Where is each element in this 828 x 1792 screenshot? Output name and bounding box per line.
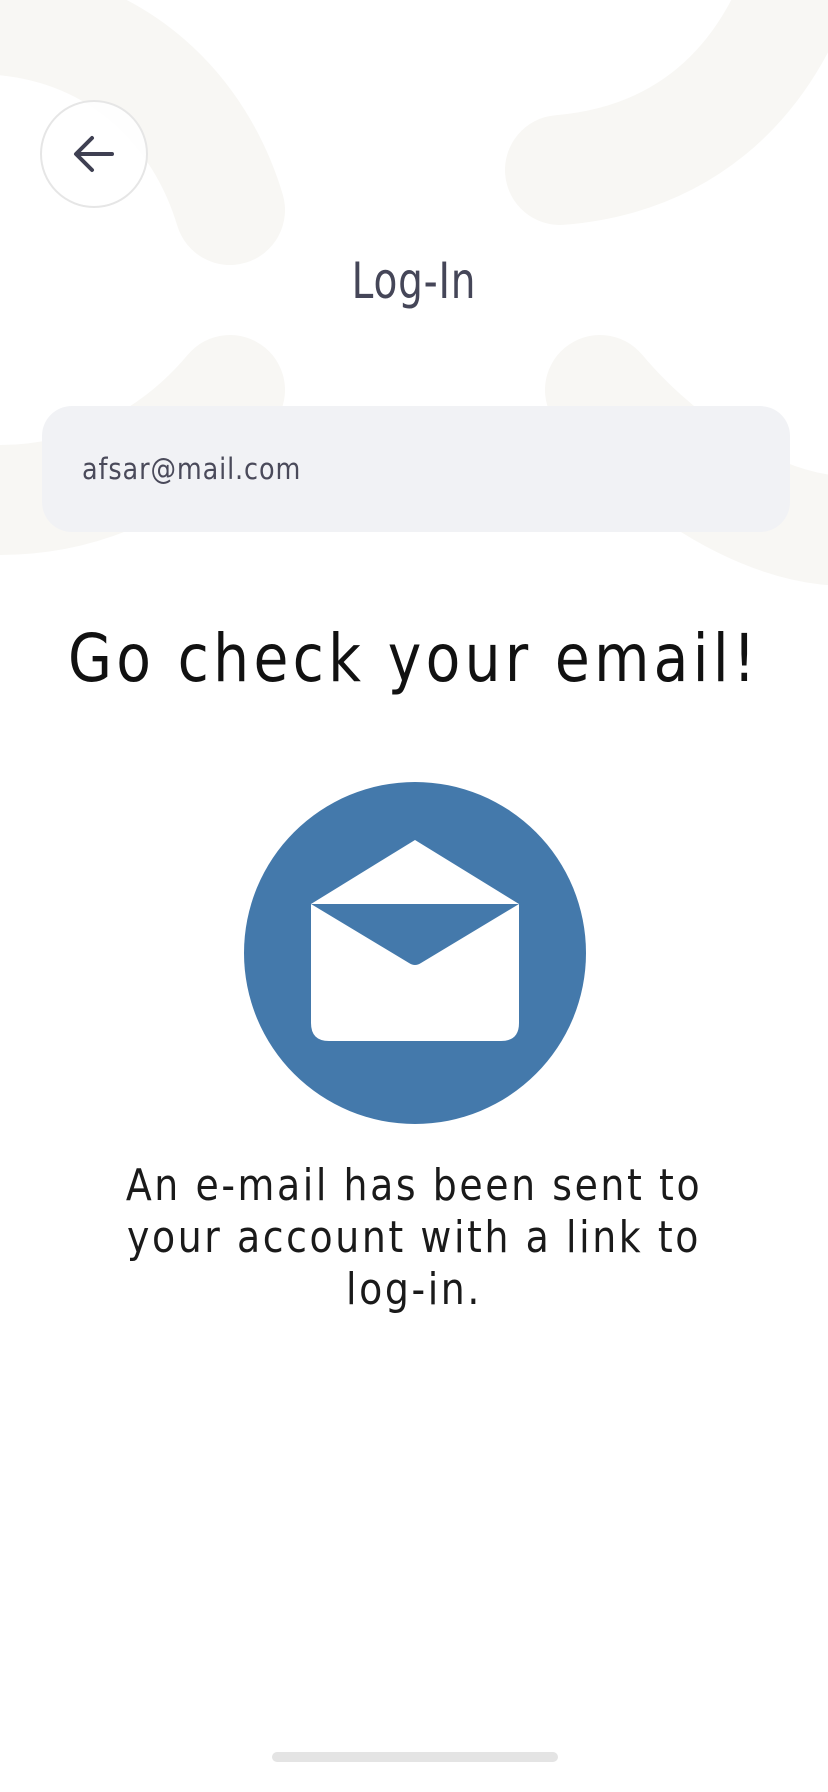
confirmation-headline: Go check your email! — [68, 620, 760, 697]
confirmation-message: An e-mail has been sent to your account … — [0, 1160, 828, 1316]
email-field-value: afsar@mail.com — [82, 452, 302, 486]
confirmation-message-line: An e-mail has been sent to — [125, 1160, 703, 1211]
login-email-sent-screen: Log-In afsar@mail.com Go check your emai… — [0, 0, 828, 1792]
confirmation-message-line: log-in. — [346, 1264, 482, 1315]
back-button[interactable] — [40, 100, 148, 208]
confirmation-message-line: your account with a link to — [126, 1212, 702, 1263]
page-title: Log-In — [351, 252, 477, 310]
arrow-left-icon — [74, 136, 114, 172]
email-field[interactable]: afsar@mail.com — [42, 406, 790, 532]
home-indicator — [272, 1752, 558, 1762]
open-envelope-icon — [244, 782, 586, 1124]
